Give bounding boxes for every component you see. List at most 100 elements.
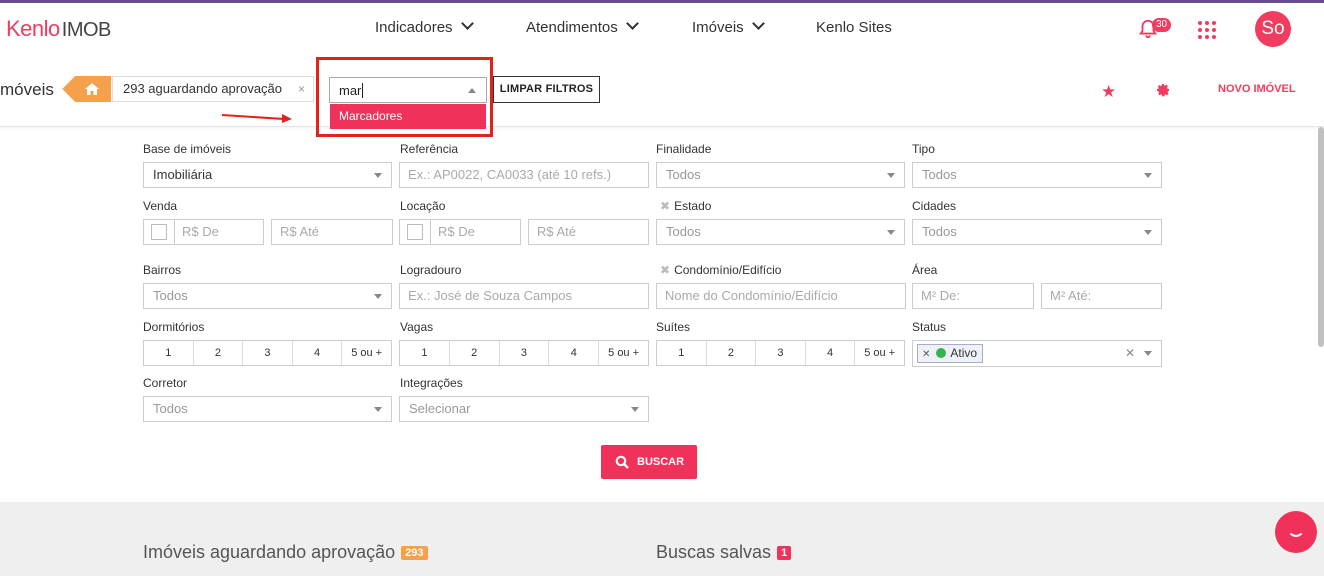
apps-grid-icon[interactable] (1198, 21, 1216, 39)
marker-search-input[interactable]: mar (329, 77, 487, 103)
condominio-label-text: Condomínio/Edifício (674, 263, 782, 277)
vagas-option[interactable]: 4 (548, 341, 598, 365)
saved-count-badge: 1 (777, 546, 792, 560)
logo-text: Kenlo (6, 16, 60, 41)
vagas-option[interactable]: 3 (498, 341, 549, 365)
nav-atendimentos[interactable]: Atendimentos (526, 17, 639, 36)
avatar[interactable]: So (1255, 11, 1291, 47)
status-dot-icon (936, 348, 947, 358)
chevron-down-icon (374, 294, 382, 299)
area-de-input[interactable]: M² De: (912, 283, 1034, 309)
label-suites: Suítes (656, 320, 691, 334)
favorite-star-icon[interactable]: ★ (1101, 82, 1116, 102)
label-corretor: Corretor (143, 376, 188, 390)
suites-option[interactable]: 5 ou + (854, 341, 904, 365)
nav-indicadores[interactable]: Indicadores (375, 17, 474, 36)
kenlo-logo[interactable]: Kenlo IMOB (6, 16, 111, 42)
saved-title-text: Buscas salvas (656, 542, 772, 562)
chevron-down-icon (1144, 173, 1152, 178)
chat-launcher-button[interactable] (1275, 511, 1317, 553)
suites-option[interactable]: 2 (705, 341, 756, 365)
arrow-annotation-icon (222, 114, 292, 123)
dormitorios-option[interactable]: 5 ou + (341, 341, 391, 365)
estado-select[interactable]: Todos (656, 219, 905, 245)
tipo-select[interactable]: Todos (912, 162, 1162, 188)
integracoes-value: Selecionar (409, 401, 471, 416)
suites-option[interactable]: 1 (657, 341, 706, 365)
clear-estado-icon[interactable]: ✖ (660, 199, 670, 213)
home-breadcrumb-button[interactable] (75, 76, 111, 102)
vagas-option[interactable]: 5 ou + (598, 341, 648, 365)
corretor-value: Todos (153, 401, 188, 416)
base-value: Imobiliária (153, 167, 213, 182)
label-integracoes: Integrações (400, 376, 463, 390)
breadcrumb-filter-chip[interactable]: 293 aguardando aprovação × (112, 76, 314, 102)
label-vagas: Vagas (400, 320, 434, 334)
logo-sub: IMOB (61, 19, 112, 41)
caret-up-icon (468, 88, 476, 93)
marker-dropdown-option[interactable]: Marcadores (330, 104, 486, 129)
label-referencia: Referência (400, 142, 459, 156)
finalidade-value: Todos (666, 167, 701, 182)
clear-status-icon[interactable]: ✕ (1125, 346, 1135, 360)
venda-ate-input[interactable]: R$ Até (271, 219, 393, 245)
suites-option[interactable]: 3 (755, 341, 805, 365)
clear-filters-button[interactable]: LIMPAR FILTROS (493, 76, 600, 103)
logradouro-input[interactable]: Ex.: José de Souza Campos (399, 283, 649, 309)
dormitorios-option[interactable]: 2 (192, 341, 243, 365)
venda-de-placeholder: R$ De (182, 224, 219, 239)
venda-checkbox[interactable] (151, 224, 167, 240)
awaiting-approval-title: Imóveis aguardando aprovação 293 (143, 542, 428, 563)
awaiting-title-text: Imóveis aguardando aprovação (143, 542, 396, 562)
nav-label: Atendimentos (526, 19, 618, 36)
new-property-button[interactable]: NOVO IMÓVEL (1218, 83, 1296, 95)
locacao-de-field[interactable]: R$ De (399, 219, 521, 245)
notification-badge: 30 (1152, 18, 1172, 32)
condominio-input[interactable]: Nome do Condomínio/Edifício (656, 283, 906, 309)
remove-filter-icon[interactable]: × (298, 77, 305, 101)
nav-kenlo-sites[interactable]: Kenlo Sites (816, 19, 892, 36)
area-ate-input[interactable]: M² Até: (1041, 283, 1162, 309)
finalidade-select[interactable]: Todos (656, 162, 905, 188)
cidades-select[interactable]: Todos (912, 219, 1162, 245)
venda-de-field[interactable]: R$ De (143, 219, 264, 245)
bairros-select[interactable]: Todos (143, 283, 392, 309)
locacao-ate-input[interactable]: R$ Até (528, 219, 649, 245)
label-cidades: Cidades (912, 199, 957, 213)
nav-label: Kenlo Sites (816, 19, 892, 36)
search-icon (615, 455, 629, 469)
suites-selector: 1 2 3 4 5 ou + (656, 340, 905, 366)
label-dormitorios: Dormitórios (143, 320, 205, 334)
label-finalidade: Finalidade (656, 142, 712, 156)
label-area: Área (912, 263, 938, 277)
status-multiselect[interactable]: ✕ Ativo ✕ (912, 340, 1162, 367)
referencia-input[interactable]: Ex.: AP0022, CA0033 (até 10 refs.) (399, 162, 649, 188)
dormitorios-option[interactable]: 4 (291, 341, 342, 365)
vagas-option[interactable]: 1 (400, 341, 449, 365)
locacao-checkbox[interactable] (407, 224, 423, 240)
gear-icon[interactable] (1155, 82, 1171, 98)
chevron-down-icon (631, 407, 639, 412)
chevron-down-icon (374, 407, 382, 412)
dormitorios-option[interactable]: 1 (144, 341, 193, 365)
label-logradouro: Logradouro (400, 263, 462, 277)
base-select[interactable]: Imobiliária (143, 162, 392, 188)
clear-condominio-icon[interactable]: ✖ (660, 263, 670, 277)
label-base: Base de imóveis (143, 142, 232, 156)
home-icon (85, 83, 99, 95)
nav-imoveis[interactable]: Imóveis (692, 17, 765, 36)
dormitorios-option[interactable]: 3 (242, 341, 292, 365)
chat-icon (1290, 533, 1302, 537)
remove-tag-icon[interactable]: ✕ (922, 349, 930, 360)
label-venda: Venda (143, 199, 178, 213)
search-button[interactable]: BUSCAR (601, 445, 697, 479)
marker-search-value: mar (339, 83, 362, 98)
page-scrollbar[interactable] (1318, 127, 1324, 347)
corretor-select[interactable]: Todos (143, 396, 392, 422)
label-estado: ✖ Estado (660, 199, 711, 213)
breadcrumb-filter-label: 293 aguardando aprovação (123, 81, 283, 96)
nav-label: Imóveis (692, 19, 744, 36)
suites-option[interactable]: 4 (804, 341, 855, 365)
integracoes-select[interactable]: Selecionar (399, 396, 649, 422)
vagas-option[interactable]: 2 (448, 341, 499, 365)
